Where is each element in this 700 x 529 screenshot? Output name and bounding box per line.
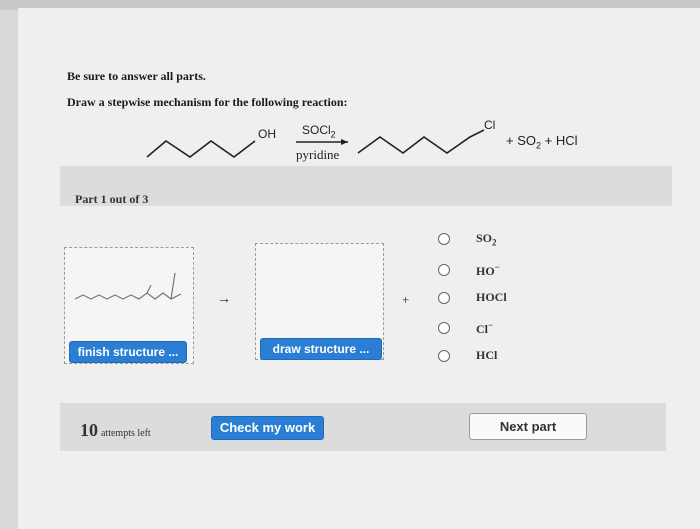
- draw-structure-button[interactable]: draw structure ...: [260, 338, 382, 360]
- check-my-work-button[interactable]: Check my work: [211, 416, 324, 440]
- attempts-count: 10: [80, 420, 98, 440]
- byproducts-suffix: + HCl: [544, 133, 578, 148]
- reagent-sub: 2: [330, 129, 336, 140]
- finish-structure-button[interactable]: finish structure ...: [69, 341, 187, 363]
- solvent-label: pyridine: [296, 147, 340, 162]
- reagent-label: SOCl2: [302, 123, 336, 139]
- radio-button[interactable]: [438, 322, 450, 334]
- option-label: HCl: [476, 348, 498, 362]
- part-label: Part 1 out of 3: [75, 192, 149, 206]
- reactant-oh-label: OH: [258, 127, 276, 141]
- attempts-counter: 10 attempts left: [80, 420, 151, 441]
- radio-button[interactable]: [438, 350, 450, 362]
- option-label: HO: [476, 264, 495, 278]
- product-cl-label: Cl: [484, 118, 496, 132]
- option-label: HOCl: [476, 290, 507, 304]
- product-chain: [357, 129, 485, 154]
- reactant-chain: [146, 140, 256, 158]
- option-sup: −: [488, 320, 494, 330]
- option-label: SO: [476, 231, 493, 245]
- next-part-button[interactable]: Next part: [469, 413, 587, 440]
- mechanism-arrow: →: [217, 292, 231, 307]
- attempts-text: attempts left: [101, 428, 151, 439]
- option-sup: −: [494, 262, 500, 272]
- radio-button[interactable]: [438, 233, 450, 245]
- option-label: Cl: [476, 322, 488, 336]
- byproducts-sub: 2: [536, 140, 542, 151]
- plus-sign: +: [402, 292, 410, 307]
- byproducts-label: + SO2 + HCl: [506, 133, 578, 151]
- reaction-arrowhead: [341, 139, 348, 145]
- reagent-main: SOCl: [302, 123, 331, 137]
- byproducts-prefix: + SO: [506, 133, 536, 148]
- starting-structure-drawing: [74, 272, 182, 300]
- part-header-band: [60, 166, 672, 206]
- option-sub: 2: [492, 237, 497, 248]
- radio-button[interactable]: [438, 264, 450, 276]
- radio-button[interactable]: [438, 292, 450, 304]
